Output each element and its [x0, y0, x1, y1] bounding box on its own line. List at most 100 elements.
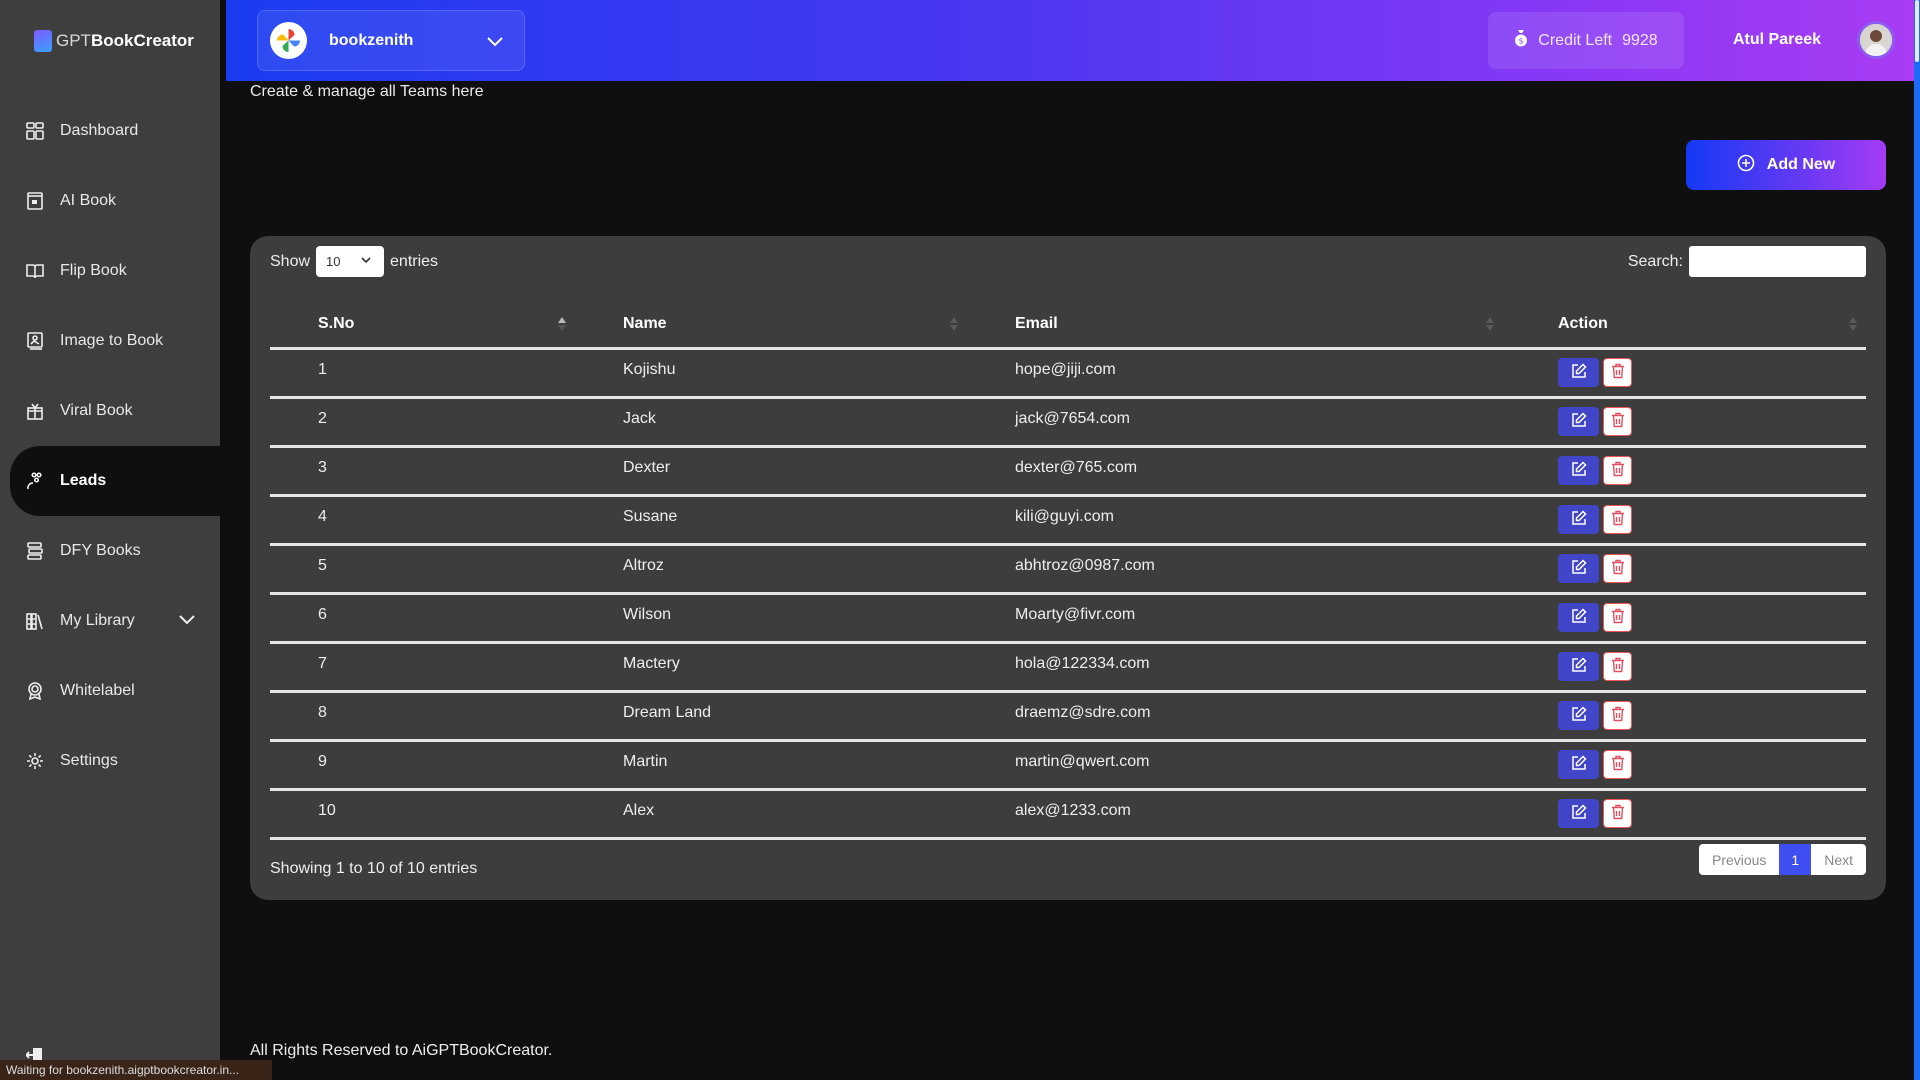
delete-button[interactable] — [1603, 357, 1632, 387]
cell-email: alex@1233.com — [967, 789, 1503, 840]
table-row: 8 Dream Land draemz@sdre.com — [270, 691, 1866, 742]
edit-icon — [1571, 558, 1587, 578]
page-scrollbar-thumb[interactable] — [1915, 0, 1919, 62]
ai-book-icon — [25, 191, 45, 211]
cell-email: jack@7654.com — [967, 397, 1503, 448]
browser-status-bar: Waiting for bookzenith.aigptbookcreator.… — [0, 1060, 272, 1080]
page-size-select[interactable]: 10 — [316, 246, 385, 277]
chevron-down-icon — [178, 610, 196, 633]
sidebar-item-dashboard[interactable]: Dashboard — [0, 96, 220, 166]
sidebar-item-settings[interactable]: Settings — [0, 726, 220, 796]
edit-icon — [1571, 803, 1587, 823]
column-header-action[interactable]: Action — [1503, 302, 1866, 350]
sidebar-item-dfy-books[interactable]: DFY Books — [0, 516, 220, 586]
cell-name: Mactery — [575, 642, 967, 693]
delete-button[interactable] — [1603, 602, 1632, 632]
cell-sno: 10 — [270, 789, 575, 840]
sidebar: GPT BookCreator Dashboard AI Book Flip Book… — [0, 0, 220, 1080]
delete-button[interactable] — [1603, 553, 1632, 583]
logo-icon — [34, 30, 52, 52]
team-switcher[interactable]: bookzenith — [257, 10, 525, 71]
edit-button[interactable] — [1558, 798, 1599, 828]
add-new-button[interactable]: Add New — [1686, 140, 1886, 190]
sidebar-item-label: Dashboard — [60, 122, 139, 139]
table-row: 10 Alex alex@1233.com — [270, 789, 1866, 840]
cell-email: draemz@sdre.com — [967, 691, 1503, 742]
delete-button[interactable] — [1603, 700, 1632, 730]
cell-name: Susane — [575, 495, 967, 546]
chevron-down-icon — [486, 32, 504, 55]
edit-button[interactable] — [1558, 504, 1599, 534]
app-logo[interactable]: GPT BookCreator — [34, 30, 194, 52]
leads-icon — [25, 471, 45, 491]
sidebar-item-label: DFY Books — [60, 542, 141, 559]
delete-button[interactable] — [1603, 798, 1632, 828]
edit-icon — [1571, 607, 1587, 627]
cell-email: Moarty@fivr.com — [967, 593, 1503, 644]
edit-button[interactable] — [1558, 700, 1599, 730]
sort-icon — [949, 316, 959, 337]
sidebar-item-my-library[interactable]: My Library — [0, 586, 220, 656]
logo-bold: BookCreator — [90, 31, 194, 50]
plus-circle-icon — [1737, 154, 1755, 177]
cell-name: Alex — [575, 789, 967, 840]
pagination-previous[interactable]: Previous — [1699, 844, 1779, 875]
edit-button[interactable] — [1558, 357, 1599, 387]
edit-button[interactable] — [1558, 602, 1599, 632]
edit-button[interactable] — [1558, 651, 1599, 681]
sort-asc-icon — [557, 316, 567, 337]
pagination-next[interactable]: Next — [1811, 844, 1866, 875]
edit-button[interactable] — [1558, 553, 1599, 583]
sidebar-item-label: Whitelabel — [60, 682, 135, 699]
column-label: S.No — [318, 315, 355, 333]
table-row: 3 Dexter dexter@765.com — [270, 446, 1866, 497]
delete-button[interactable] — [1603, 504, 1632, 534]
column-header-email[interactable]: Email — [967, 302, 1503, 350]
page-length-control: Show 10 entries — [270, 246, 438, 277]
sidebar-item-flip-book[interactable]: Flip Book — [0, 236, 220, 306]
edit-icon — [1571, 754, 1587, 774]
sidebar-item-ai-book[interactable]: AI Book — [0, 166, 220, 236]
page-subtitle: Create & manage all Teams here — [250, 83, 484, 100]
money-bag-icon: $ — [1514, 29, 1528, 52]
sidebar-item-viral-book[interactable]: Viral Book — [0, 376, 220, 446]
page-scrollbar[interactable] — [1914, 0, 1920, 1080]
sidebar-item-leads[interactable]: Leads — [10, 446, 220, 516]
edit-button[interactable] — [1558, 455, 1599, 485]
delete-button[interactable] — [1603, 455, 1632, 485]
column-label: Action — [1558, 315, 1608, 333]
gear-icon — [25, 751, 45, 771]
column-header-name[interactable]: Name — [575, 302, 967, 350]
edit-icon — [1571, 656, 1587, 676]
table-info: Showing 1 to 10 of 10 entries — [270, 860, 478, 877]
edit-icon — [1571, 460, 1587, 480]
cell-sno: 5 — [270, 544, 575, 595]
cell-name: Wilson — [575, 593, 967, 644]
delete-button[interactable] — [1603, 749, 1632, 779]
delete-button[interactable] — [1603, 406, 1632, 436]
table-row: 6 Wilson Moarty@fivr.com — [270, 593, 1866, 644]
search-input[interactable] — [1689, 246, 1866, 277]
pagination-page-1[interactable]: 1 — [1779, 844, 1812, 875]
column-label: Name — [623, 315, 667, 333]
cell-sno: 9 — [270, 740, 575, 791]
cell-action — [1503, 348, 1866, 399]
trash-icon — [1611, 510, 1625, 529]
cell-sno: 4 — [270, 495, 575, 546]
table-row: 5 Altroz abhtroz@0987.com — [270, 544, 1866, 595]
sidebar-item-image-to-book[interactable]: Image to Book — [0, 306, 220, 376]
sidebar-item-label: Flip Book — [60, 262, 127, 279]
avatar[interactable] — [1857, 21, 1895, 59]
sidebar-item-label: Settings — [60, 752, 118, 769]
credit-value: 9928 — [1622, 31, 1658, 49]
column-header-sno[interactable]: S.No — [270, 302, 575, 350]
edit-button[interactable] — [1558, 406, 1599, 436]
user-name[interactable]: Atul Pareek — [1733, 31, 1821, 49]
delete-button[interactable] — [1603, 651, 1632, 681]
table-row: 9 Martin martin@qwert.com — [270, 740, 1866, 791]
edit-icon — [1571, 411, 1587, 431]
trash-icon — [1611, 657, 1625, 676]
edit-button[interactable] — [1558, 749, 1599, 779]
image-book-icon — [25, 331, 45, 351]
sidebar-item-whitelabel[interactable]: Whitelabel — [0, 656, 220, 726]
